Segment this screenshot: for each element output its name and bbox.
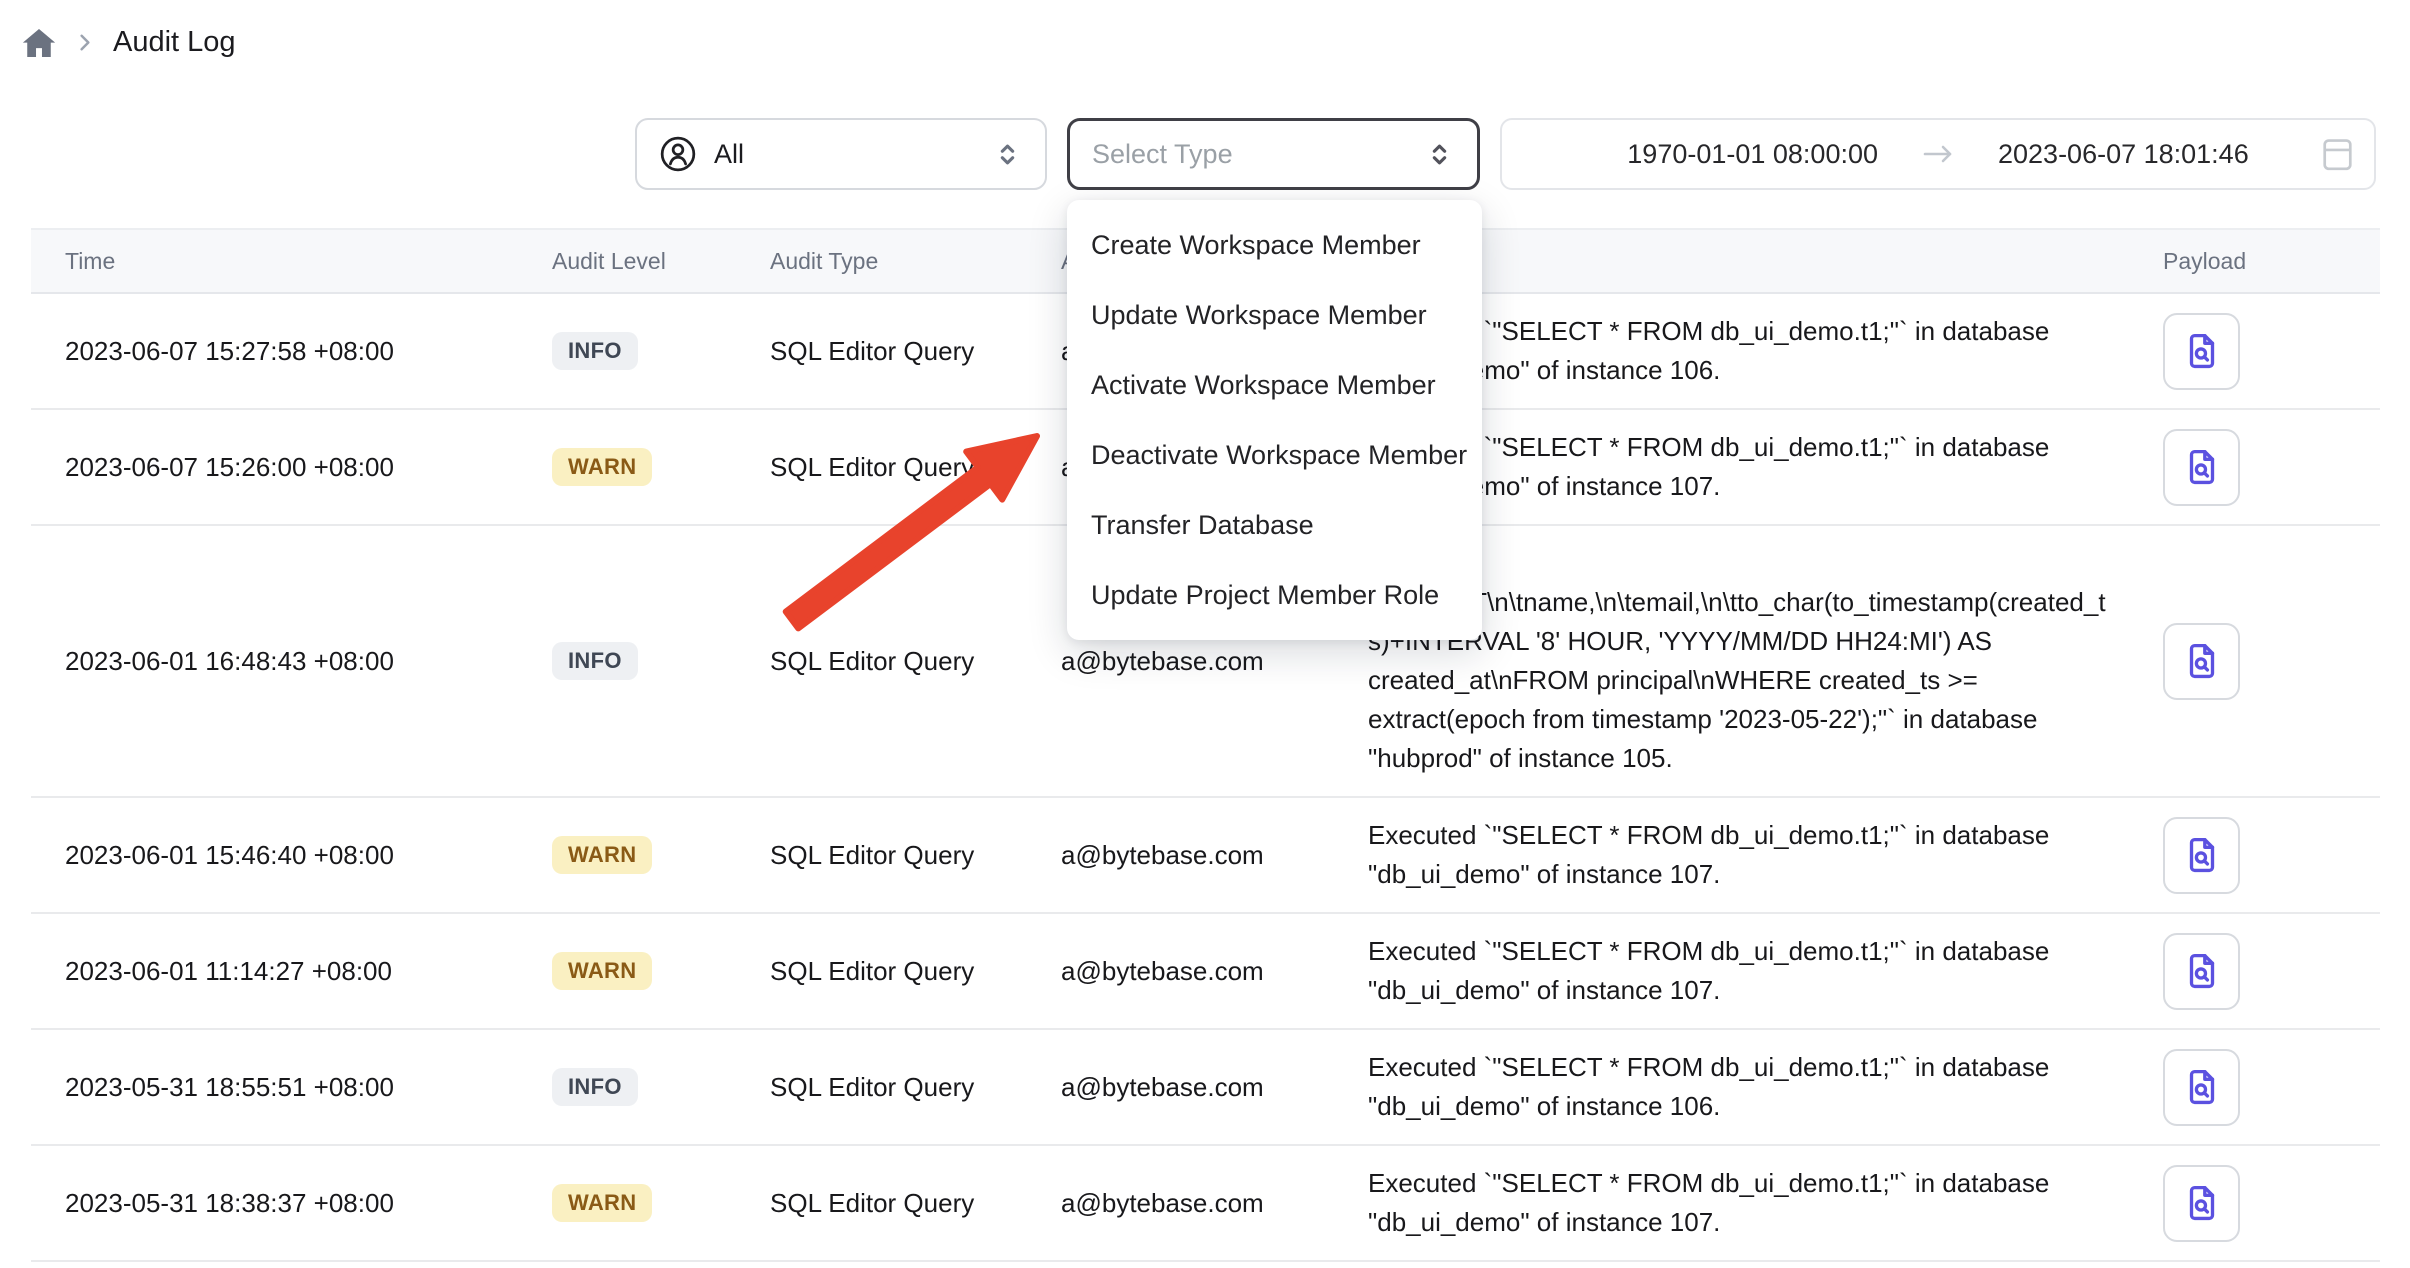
payload-view-button[interactable]	[2163, 313, 2240, 390]
cell-time: 2023-05-31 18:38:37 +08:00	[65, 1188, 552, 1219]
cell-audit-type: SQL Editor Query	[770, 336, 1061, 367]
cell-actor: a@bytebase.com	[1061, 1188, 1368, 1219]
cell-audit-level: INFO	[552, 332, 770, 370]
cell-time: 2023-06-01 11:14:27 +08:00	[65, 956, 552, 987]
date-range-start: 1970-01-01 08:00:00	[1627, 139, 1878, 170]
file-search-icon	[2181, 950, 2223, 992]
file-search-icon	[2181, 330, 2223, 372]
filter-bar: All Select Type 1970-01-01 08:00:00 2023…	[635, 118, 2376, 190]
file-search-icon	[2181, 640, 2223, 682]
cell-audit-type: SQL Editor Query	[770, 1188, 1061, 1219]
file-search-icon	[2181, 1066, 2223, 1108]
cell-actor: a@bytebase.com	[1061, 840, 1368, 871]
cell-payload	[2127, 623, 2346, 700]
cell-audit-level: WARN	[552, 952, 770, 990]
type-dropdown-option[interactable]: Create Workspace Member	[1067, 210, 1482, 280]
type-dropdown-option[interactable]: Update Workspace Member	[1067, 280, 1482, 350]
audit-level-badge: INFO	[552, 642, 638, 680]
cell-time: 2023-06-01 16:48:43 +08:00	[65, 646, 552, 677]
page-title: Audit Log	[113, 26, 236, 59]
type-dropdown-option[interactable]: Deactivate Workspace Member	[1067, 420, 1482, 490]
file-search-icon	[2181, 1182, 2223, 1224]
audit-level-badge: INFO	[552, 332, 638, 370]
file-search-icon	[2181, 446, 2223, 488]
chevrons-up-down-icon	[992, 139, 1023, 170]
cell-time: 2023-05-31 18:55:51 +08:00	[65, 1072, 552, 1103]
cell-audit-type: SQL Editor Query	[770, 646, 1061, 677]
cell-time: 2023-06-07 15:26:00 +08:00	[65, 452, 552, 483]
cell-payload	[2127, 817, 2346, 894]
cell-audit-type: SQL Editor Query	[770, 840, 1061, 871]
type-dropdown-option[interactable]: Transfer Database	[1067, 490, 1482, 560]
actor-filter-value: All	[714, 139, 744, 170]
cell-audit-level: WARN	[552, 836, 770, 874]
col-header-audit-level: Audit Level	[552, 248, 770, 275]
cell-comment: Executed `"SELECT * FROM db_ui_demo.t1;"…	[1368, 1164, 2127, 1242]
type-dropdown-option[interactable]: Activate Workspace Member	[1067, 350, 1482, 420]
cell-audit-level: INFO	[552, 642, 770, 680]
cell-time: 2023-06-07 15:27:58 +08:00	[65, 336, 552, 367]
audit-level-badge: WARN	[552, 952, 652, 990]
audit-level-badge: WARN	[552, 836, 652, 874]
arrow-right-icon	[1920, 141, 1956, 167]
audit-level-badge: INFO	[552, 1068, 638, 1106]
type-filter-placeholder: Select Type	[1092, 139, 1233, 170]
cell-payload	[2127, 1049, 2346, 1126]
table-row: 2023-06-01 11:14:27 +08:00 WARN SQL Edit…	[31, 914, 2380, 1030]
cell-payload	[2127, 429, 2346, 506]
actor-filter-select[interactable]: All	[635, 118, 1047, 190]
cell-comment: Executed `"SELECT * FROM db_ui_demo.t1;"…	[1368, 816, 2127, 894]
type-dropdown-menu: Create Workspace MemberUpdate Workspace …	[1067, 200, 1482, 640]
payload-view-button[interactable]	[2163, 933, 2240, 1010]
cell-payload	[2127, 313, 2346, 390]
cell-actor: a@bytebase.com	[1061, 646, 1368, 677]
cell-comment: Executed `"SELECT * FROM db_ui_demo.t1;"…	[1368, 1048, 2127, 1126]
col-header-time: Time	[65, 248, 552, 275]
cell-audit-level: INFO	[552, 1068, 770, 1106]
cell-audit-type: SQL Editor Query	[770, 956, 1061, 987]
person-circle-icon	[659, 135, 697, 173]
cell-actor: a@bytebase.com	[1061, 1072, 1368, 1103]
file-search-icon	[2181, 834, 2223, 876]
date-range-end: 2023-06-07 18:01:46	[1998, 139, 2249, 170]
payload-view-button[interactable]	[2163, 429, 2240, 506]
audit-level-badge: WARN	[552, 448, 652, 486]
cell-audit-type: SQL Editor Query	[770, 1072, 1061, 1103]
cell-audit-level: WARN	[552, 448, 770, 486]
home-icon[interactable]	[22, 28, 56, 58]
audit-level-badge: WARN	[552, 1184, 652, 1222]
payload-view-button[interactable]	[2163, 1049, 2240, 1126]
cell-payload	[2127, 933, 2346, 1010]
col-header-payload: Payload	[2127, 248, 2346, 275]
cell-actor: a@bytebase.com	[1061, 956, 1368, 987]
type-dropdown-option[interactable]: Update Project Member Role	[1067, 560, 1482, 630]
table-row: 2023-05-31 18:38:37 +08:00 WARN SQL Edit…	[31, 1146, 2380, 1262]
table-row: 2023-06-01 15:46:40 +08:00 WARN SQL Edit…	[31, 798, 2380, 914]
cell-time: 2023-06-01 15:46:40 +08:00	[65, 840, 552, 871]
cell-audit-level: WARN	[552, 1184, 770, 1222]
calendar-icon	[2321, 137, 2354, 172]
breadcrumb: Audit Log	[22, 26, 236, 59]
chevrons-up-down-icon	[1424, 139, 1455, 170]
cell-payload	[2127, 1165, 2346, 1242]
type-filter-select[interactable]: Select Type	[1067, 118, 1480, 190]
cell-comment: Executed `"SELECT * FROM db_ui_demo.t1;"…	[1368, 932, 2127, 1010]
col-header-audit-type: Audit Type	[770, 248, 1061, 275]
chevron-right-icon	[73, 31, 96, 54]
payload-view-button[interactable]	[2163, 817, 2240, 894]
table-row: 2023-05-31 18:55:51 +08:00 INFO SQL Edit…	[31, 1030, 2380, 1146]
payload-view-button[interactable]	[2163, 1165, 2240, 1242]
date-range-picker[interactable]: 1970-01-01 08:00:00 2023-06-07 18:01:46	[1500, 118, 2376, 190]
cell-audit-type: SQL Editor Query	[770, 452, 1061, 483]
payload-view-button[interactable]	[2163, 623, 2240, 700]
